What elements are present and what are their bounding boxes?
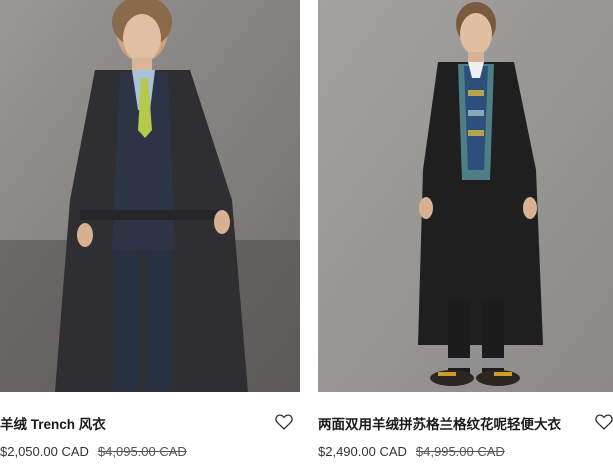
sale-price: $2,050.00 CAD bbox=[0, 444, 89, 459]
product-image[interactable] bbox=[318, 0, 613, 392]
heart-outline-icon[interactable] bbox=[275, 414, 293, 430]
product-image[interactable] bbox=[0, 0, 300, 392]
price-row: $2,490.00 CAD $4,995.00 CAD bbox=[318, 444, 505, 459]
product-grid: 羊绒 Trench 风衣 $2,050.00 CAD $4,095.00 CAD bbox=[0, 0, 613, 472]
product-title[interactable]: 两面双用羊绒拼苏格兰格纹花呢轻便大衣 bbox=[318, 413, 561, 433]
product-card[interactable]: 羊绒 Trench 风衣 $2,050.00 CAD $4,095.00 CAD bbox=[0, 0, 300, 472]
product-title[interactable]: 羊绒 Trench 风衣 bbox=[0, 413, 106, 433]
original-price: $4,095.00 CAD bbox=[97, 444, 187, 459]
original-price: $4,995.00 CAD bbox=[415, 444, 505, 459]
product-card[interactable]: 两面双用羊绒拼苏格兰格纹花呢轻便大衣 $2,490.00 CAD $4,995.0… bbox=[318, 0, 613, 472]
price-row: $2,050.00 CAD $4,095.00 CAD bbox=[0, 444, 187, 459]
heart-outline-icon[interactable] bbox=[595, 414, 613, 430]
sale-price: $2,490.00 CAD bbox=[318, 444, 407, 459]
